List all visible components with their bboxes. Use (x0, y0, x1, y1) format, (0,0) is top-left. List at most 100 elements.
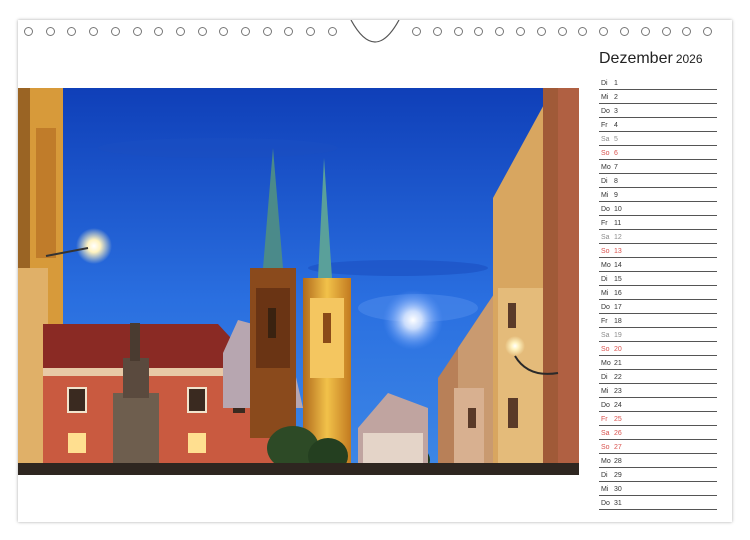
day-row: Do 17 (599, 300, 717, 314)
day-number: 5 (614, 136, 618, 143)
binding-ring (132, 27, 142, 36)
binding-ring (578, 27, 588, 36)
day-row: Di 1 (599, 76, 717, 90)
day-row: So 27 (599, 440, 717, 454)
binding-ring (432, 27, 442, 36)
binding-ring (327, 27, 337, 36)
binding-ring (640, 27, 650, 36)
month-header: Dezember 2026 (599, 50, 703, 68)
binding-ring (45, 27, 55, 36)
day-row: Mi 16 (599, 286, 717, 300)
hanger-notch (350, 20, 400, 43)
day-number: 3 (614, 108, 618, 115)
spiral-binding (0, 20, 750, 44)
day-row: Mi 9 (599, 188, 717, 202)
day-number: 7 (614, 164, 618, 171)
day-row: Fr 4 (599, 118, 717, 132)
day-number: 8 (614, 178, 618, 185)
binding-ring (453, 27, 463, 36)
binding-ring (241, 27, 250, 36)
year-label: 2026 (675, 52, 703, 66)
day-number: 26 (614, 430, 622, 437)
day-row: So 13 (599, 244, 717, 258)
day-number: 23 (614, 388, 622, 395)
binding-ring (89, 27, 99, 36)
day-row: Do 10 (599, 202, 717, 216)
day-row: Do 24 (599, 398, 717, 412)
day-number: 20 (614, 346, 622, 353)
day-number: 2 (614, 94, 618, 101)
day-number: 15 (614, 276, 622, 283)
day-number: 9 (614, 192, 618, 199)
binding-ring (599, 27, 609, 36)
day-row: Do 31 (599, 496, 717, 510)
calendar-photo (18, 88, 579, 475)
day-number: 19 (614, 332, 622, 339)
day-row: Di 29 (599, 468, 717, 482)
binding-ring (306, 27, 316, 36)
binding-ring (516, 27, 525, 36)
day-row: Mo 7 (599, 160, 717, 174)
binding-ring (219, 27, 229, 36)
binding-ring (412, 27, 421, 36)
day-number: 12 (614, 234, 622, 241)
day-row: Fr 18 (599, 314, 717, 328)
binding-ring (661, 27, 671, 36)
day-number: 18 (614, 318, 622, 325)
day-list: Di 1 Mi 2 Do 3 Fr 4 Sa 5 So 6 Mo 7 Di 8 Mi 9 Do 10 Fr 11 Sa 12 S… (599, 76, 717, 510)
day-row: Sa 5 (599, 132, 717, 146)
binding-ring (284, 27, 294, 36)
binding-ring (175, 27, 185, 36)
day-row: Mo 21 (599, 356, 717, 370)
binding-ring (536, 27, 546, 36)
binding-ring (495, 27, 505, 36)
day-number: 16 (614, 290, 622, 297)
day-row: Fr 11 (599, 216, 717, 230)
day-number: 14 (614, 262, 622, 269)
day-number: 13 (614, 248, 622, 255)
day-number: 31 (614, 500, 622, 507)
day-number: 21 (614, 360, 622, 367)
day-number: 28 (614, 458, 622, 465)
day-number: 10 (614, 206, 622, 213)
day-row: Sa 19 (599, 328, 717, 342)
binding-ring (474, 27, 484, 36)
binding-ring (154, 27, 164, 36)
day-number: 29 (614, 472, 622, 479)
binding-ring (24, 27, 33, 36)
day-row: Sa 12 (599, 230, 717, 244)
binding-ring (620, 27, 629, 36)
day-number: 24 (614, 402, 622, 409)
day-row: Mi 2 (599, 90, 717, 104)
day-number: 4 (614, 122, 618, 129)
day-number: 25 (614, 416, 622, 423)
day-number: 27 (614, 444, 622, 451)
day-row: Di 8 (599, 174, 717, 188)
day-number: 1 (614, 80, 618, 87)
day-number: 22 (614, 374, 622, 381)
day-row: Mi 30 (599, 482, 717, 496)
day-number: 30 (614, 486, 622, 493)
day-row: So 20 (599, 342, 717, 356)
binding-ring (703, 27, 713, 36)
day-number: 6 (614, 150, 618, 157)
day-row: Do 3 (599, 104, 717, 118)
day-row: Mo 14 (599, 258, 717, 272)
day-row: Di 22 (599, 370, 717, 384)
binding-ring (197, 27, 207, 36)
day-row: Di 15 (599, 272, 717, 286)
day-row: Mo 28 (599, 454, 717, 468)
day-row: So 6 (599, 146, 717, 160)
binding-ring (262, 27, 272, 36)
day-number: 11 (614, 220, 622, 227)
binding-ring (110, 27, 120, 36)
binding-ring (557, 27, 567, 36)
month-title: Dezember (599, 50, 673, 67)
day-row: Fr 25 (599, 412, 717, 426)
day-number: 17 (614, 304, 622, 311)
day-row: Mi 23 (599, 384, 717, 398)
cathedral-night-scene (18, 88, 579, 475)
binding-ring (682, 27, 692, 36)
day-row: Sa 26 (599, 426, 717, 440)
binding-ring (67, 27, 77, 36)
